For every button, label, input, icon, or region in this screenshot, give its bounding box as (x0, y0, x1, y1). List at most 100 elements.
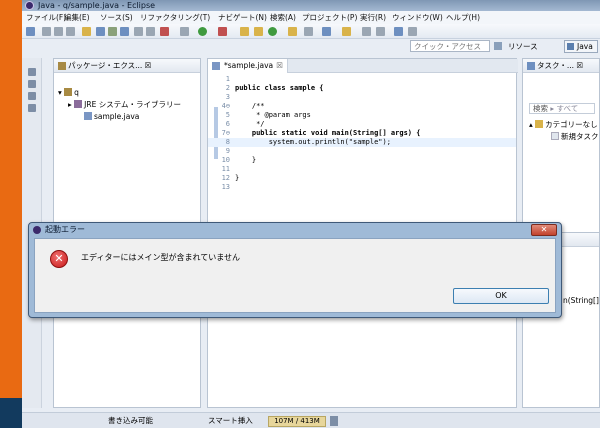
code-line: 9 (225, 147, 230, 155)
task-list-title[interactable]: タスク・... ☒ (537, 59, 583, 73)
task-list-icon (527, 62, 535, 70)
menu-file[interactable]: ファイル(F) (26, 11, 66, 24)
menu-window[interactable]: ウィンドウ(W) (392, 11, 443, 24)
package-explorer-close-icon[interactable]: ☒ (145, 61, 152, 70)
main-toolbar (22, 24, 600, 39)
editor-tab-close-icon[interactable]: ☒ (276, 59, 283, 73)
show-whitespace-icon[interactable] (146, 27, 155, 36)
save-icon[interactable] (42, 27, 51, 36)
task-icon (551, 132, 559, 140)
editor-tabs: *sample.java ☒ (208, 59, 518, 73)
heap-status: 107M / 413M (268, 416, 326, 427)
eclipse-icon (25, 1, 34, 10)
dialog-close-button[interactable]: ✕ (531, 224, 557, 236)
task-list-header: タスク・... ☒ (523, 59, 599, 73)
project-icon (64, 88, 73, 96)
new-java-project-icon[interactable] (240, 27, 249, 36)
tree-item-file[interactable]: sample.java (84, 111, 139, 122)
next-annotation-icon[interactable] (322, 27, 331, 36)
perspective-resource[interactable]: リソース (508, 40, 538, 53)
package-explorer-header: パッケージ・エクス... ☒ (54, 59, 200, 73)
outline-item[interactable]: n(String[] (563, 295, 599, 306)
code-line: 13 (221, 183, 230, 191)
ok-button[interactable]: OK (453, 288, 549, 304)
perspective-java[interactable]: Java (564, 40, 598, 53)
menu-project[interactable]: プロジェクト(P) (302, 11, 357, 24)
code-line: 10 } (221, 156, 257, 164)
task-list-pane: タスク・... ☒ 検索 ▸ すべて ▴ カテゴリーなし 新規タスク (522, 58, 600, 233)
code-line: 4⊖ /** (221, 102, 265, 110)
status-bar: 書き込み可能 スマート挿入 107M / 413M (22, 412, 600, 428)
window-title: Java - q/sample.java - Eclipse (38, 1, 156, 10)
desktop-background (0, 0, 22, 428)
code-line: 6 */ (225, 120, 265, 128)
menu-search[interactable]: 検索(A) (270, 11, 296, 24)
block-select-icon[interactable] (134, 27, 143, 36)
java-element-icon[interactable] (108, 27, 117, 36)
tree-item-project[interactable]: ▾ q (58, 87, 79, 98)
new-icon[interactable] (26, 27, 35, 36)
code-line: 2 public class sample { (225, 84, 324, 92)
code-line: 5 * @param args (225, 111, 311, 119)
eclipse-icon (33, 226, 41, 234)
menu-navigate[interactable]: ナビゲート(N) (218, 11, 267, 24)
open-type-icon[interactable] (288, 27, 297, 36)
library-icon (74, 100, 83, 108)
skip-breakpoints-icon[interactable] (160, 27, 169, 36)
pin-icon[interactable] (120, 27, 129, 36)
code-line: 3 (225, 93, 230, 101)
open-perspective-icon[interactable] (494, 42, 502, 50)
editor-tab[interactable]: *sample.java ☒ (208, 59, 288, 73)
quick-access-input[interactable] (410, 40, 490, 52)
task-category[interactable]: ▴ カテゴリーなし (529, 119, 598, 130)
print-icon[interactable] (66, 27, 75, 36)
code-line: 7⊖ public static void main(String[] args… (221, 129, 421, 137)
eclipse-window: Java - q/sample.java - Eclipse ファイル(F) 編… (22, 0, 600, 428)
toolbar-extra-icon[interactable] (394, 27, 403, 36)
code-line: 11 (221, 165, 230, 173)
menubar: ファイル(F) 編集(E) ソース(S) リファクタリング(T) ナビゲート(N… (22, 11, 600, 24)
menu-refactor[interactable]: リファクタリング(T) (140, 11, 210, 24)
problems-icon[interactable] (28, 104, 36, 112)
dialog-message: エディターにはメイン型が含まれていません (81, 253, 240, 262)
search-icon[interactable] (304, 27, 313, 36)
debug-icon[interactable] (180, 27, 189, 36)
perspective-switcher: リソース Java (494, 40, 600, 53)
hierarchy-icon[interactable] (28, 80, 36, 88)
restore-icon[interactable] (28, 68, 36, 76)
menu-source[interactable]: ソース(S) (100, 11, 133, 24)
task-search-input[interactable]: 検索 ▸ すべて (529, 103, 595, 114)
status-insert-mode: スマート挿入 (208, 416, 253, 425)
java-file-icon (84, 112, 92, 120)
save-all-icon[interactable] (54, 27, 63, 36)
package-explorer-title[interactable]: パッケージ・エクス... ☒ (68, 59, 151, 73)
last-edit-icon[interactable] (342, 27, 351, 36)
package-explorer-icon (58, 62, 66, 70)
run-icon[interactable] (198, 27, 207, 36)
editor-tab-label: *sample.java (224, 61, 274, 70)
tree-item-library[interactable]: ▸ JRE システム・ライブラリー (68, 99, 181, 110)
menu-edit[interactable]: 編集(E) (64, 11, 90, 24)
java-perspective-icon (567, 43, 574, 50)
perspective-java-label: Java (577, 42, 593, 51)
forward-icon[interactable] (376, 27, 385, 36)
dialog-titlebar: 起動エラー (29, 223, 561, 237)
toolbar-extra2-icon[interactable] (408, 27, 417, 36)
desktop-taskbar-strip (0, 398, 22, 428)
outline-icon[interactable] (28, 92, 36, 100)
category-icon (535, 120, 544, 128)
code-line-current: 8 system.out.println("sample"); (208, 138, 516, 147)
code-line: 1 (225, 75, 230, 83)
build-icon[interactable] (82, 27, 91, 36)
new-package-icon[interactable] (254, 27, 263, 36)
back-icon[interactable] (362, 27, 371, 36)
garbage-collect-icon[interactable] (330, 416, 338, 426)
new-class-icon[interactable] (268, 27, 277, 36)
task-list-close-icon[interactable]: ☒ (576, 61, 583, 70)
menu-help[interactable]: ヘルプ(H) (446, 11, 480, 24)
external-tools-icon[interactable] (218, 27, 227, 36)
toggle-mark-icon[interactable] (96, 27, 105, 36)
task-new[interactable]: 新規タスク (551, 131, 599, 142)
status-writable: 書き込み可能 (108, 416, 153, 425)
menu-run[interactable]: 実行(R) (360, 11, 386, 24)
